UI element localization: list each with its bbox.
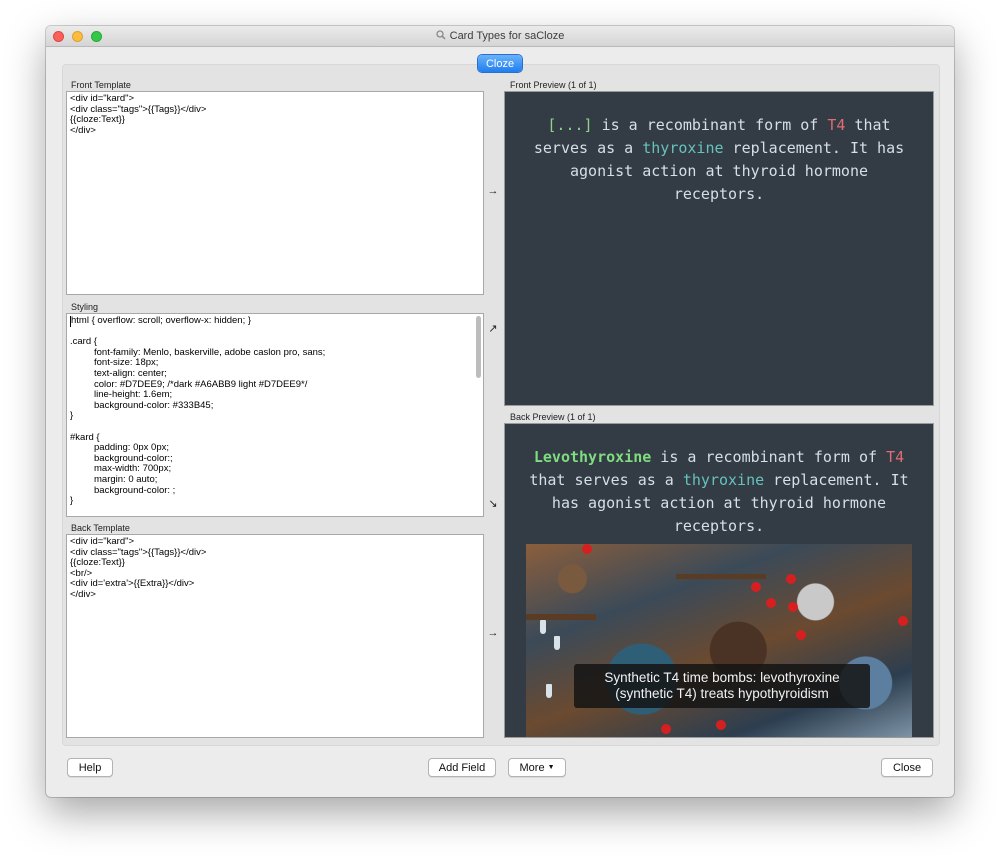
back-template-editor[interactable]: <div id="kard"> <div class="tags">{{Tags… xyxy=(66,534,484,738)
front-preview-text: [...] is a recombinant form of T4 that s… xyxy=(505,92,933,206)
bar-shelf xyxy=(526,614,596,620)
code-line: margin: 0 auto; xyxy=(94,473,158,485)
back-preview-text: Levothyroxine is a recombinant form of T… xyxy=(505,424,933,538)
front-preview-arrow-icon: → xyxy=(487,185,499,197)
caret-down-icon: ▼ xyxy=(547,764,555,771)
styling-scrollbar[interactable] xyxy=(476,316,481,378)
back-preview-label: Back Preview (1 of 1) xyxy=(510,412,596,422)
code-line: <div class="tags">{{Tags}}</div> xyxy=(70,103,207,115)
code-line: background-color: #333B45; xyxy=(94,399,214,411)
thyroxine-highlight: thyroxine xyxy=(682,471,765,489)
front-preview-label: Front Preview (1 of 1) xyxy=(510,80,597,90)
time-bomb-marker xyxy=(716,720,726,730)
preview-text-segment: is a recombinant form of xyxy=(651,448,887,466)
code-line: {{cloze:Text}} xyxy=(70,557,125,569)
styling-to-front-arrow-icon: ↗ xyxy=(488,323,498,335)
time-bomb-marker xyxy=(796,630,806,640)
front-template-editor[interactable]: <div id="kard"> <div class="tags">{{Tags… xyxy=(66,91,484,295)
code-line: </div> xyxy=(70,588,96,600)
more-button[interactable]: More ▼ xyxy=(508,758,566,777)
time-bomb-marker xyxy=(766,598,776,608)
help-button[interactable]: Help xyxy=(67,758,113,777)
time-bomb-marker xyxy=(661,724,671,734)
comic-caption: Synthetic T4 time bombs: levothyroxine (… xyxy=(574,664,870,708)
back-template-label: Back Template xyxy=(71,523,130,533)
preview-text-segment: is a recombinant form of xyxy=(592,116,828,134)
glass-illustration xyxy=(540,620,546,634)
code-line: <div id='extra'>{{Extra}}</div> xyxy=(70,578,195,590)
t4-highlight: T4 xyxy=(886,448,905,466)
code-line: {{cloze:Text}} xyxy=(70,114,125,126)
caption-line: (synthetic T4) treats hypothyroidism xyxy=(615,686,829,701)
tab-cloze[interactable]: Cloze xyxy=(478,55,522,72)
time-bomb-marker xyxy=(786,574,796,584)
search-icon xyxy=(435,29,446,43)
card-types-window: Card Types for saCloze Cloze Front Templ… xyxy=(46,26,954,797)
time-bomb-marker xyxy=(582,544,592,554)
glass-illustration xyxy=(554,636,560,650)
caption-line: Synthetic T4 time bombs: levothyroxine xyxy=(604,670,840,685)
bar-shelf xyxy=(676,574,766,579)
window-title-area: Card Types for saCloze xyxy=(46,26,954,46)
t4-highlight: T4 xyxy=(827,116,846,134)
styling-to-back-arrow-icon: ↘ xyxy=(488,498,498,510)
back-preview-panel: Levothyroxine is a recombinant form of T… xyxy=(504,423,934,738)
close-button[interactable]: Close xyxy=(881,758,933,777)
cloze-placeholder: [...] xyxy=(547,116,593,134)
time-bomb-marker xyxy=(788,602,798,612)
code-line: } xyxy=(70,495,74,507)
preview-text-segment: that serves as a xyxy=(529,471,683,489)
title-bar: Card Types for saCloze xyxy=(46,26,954,47)
time-bomb-marker xyxy=(751,582,761,592)
styling-editor[interactable]: html { overflow: scroll; overflow-x: hid… xyxy=(66,313,484,517)
thyroxine-highlight: thyroxine xyxy=(642,139,724,157)
add-field-button[interactable]: Add Field xyxy=(428,758,496,777)
code-line: <div id="kard"> xyxy=(70,93,135,104)
more-button-label: More xyxy=(519,761,545,774)
cloze-answer: Levothyroxine xyxy=(533,448,652,466)
code-line: html { overflow: scroll; overflow-x: hid… xyxy=(70,315,480,327)
code-line: <div class="tags">{{Tags}}</div> xyxy=(70,546,207,558)
code-line: background-color: ; xyxy=(94,484,176,496)
window-title: Card Types for saCloze xyxy=(449,30,565,42)
glass-illustration xyxy=(546,684,552,698)
styling-label: Styling xyxy=(71,302,99,312)
code-line: <div id="kard"> xyxy=(70,536,135,547)
mnemonic-comic-image: Synthetic T4 time bombs: levothyroxine (… xyxy=(526,544,912,737)
back-preview-arrow-icon: → xyxy=(487,627,499,639)
code-line: text-align: center; xyxy=(94,367,167,379)
front-template-label: Front Template xyxy=(71,80,131,90)
front-preview-panel: [...] is a recombinant form of T4 that s… xyxy=(504,91,934,406)
time-bomb-marker xyxy=(898,616,908,626)
code-line: } xyxy=(70,410,74,422)
code-line: </div> xyxy=(70,124,96,136)
